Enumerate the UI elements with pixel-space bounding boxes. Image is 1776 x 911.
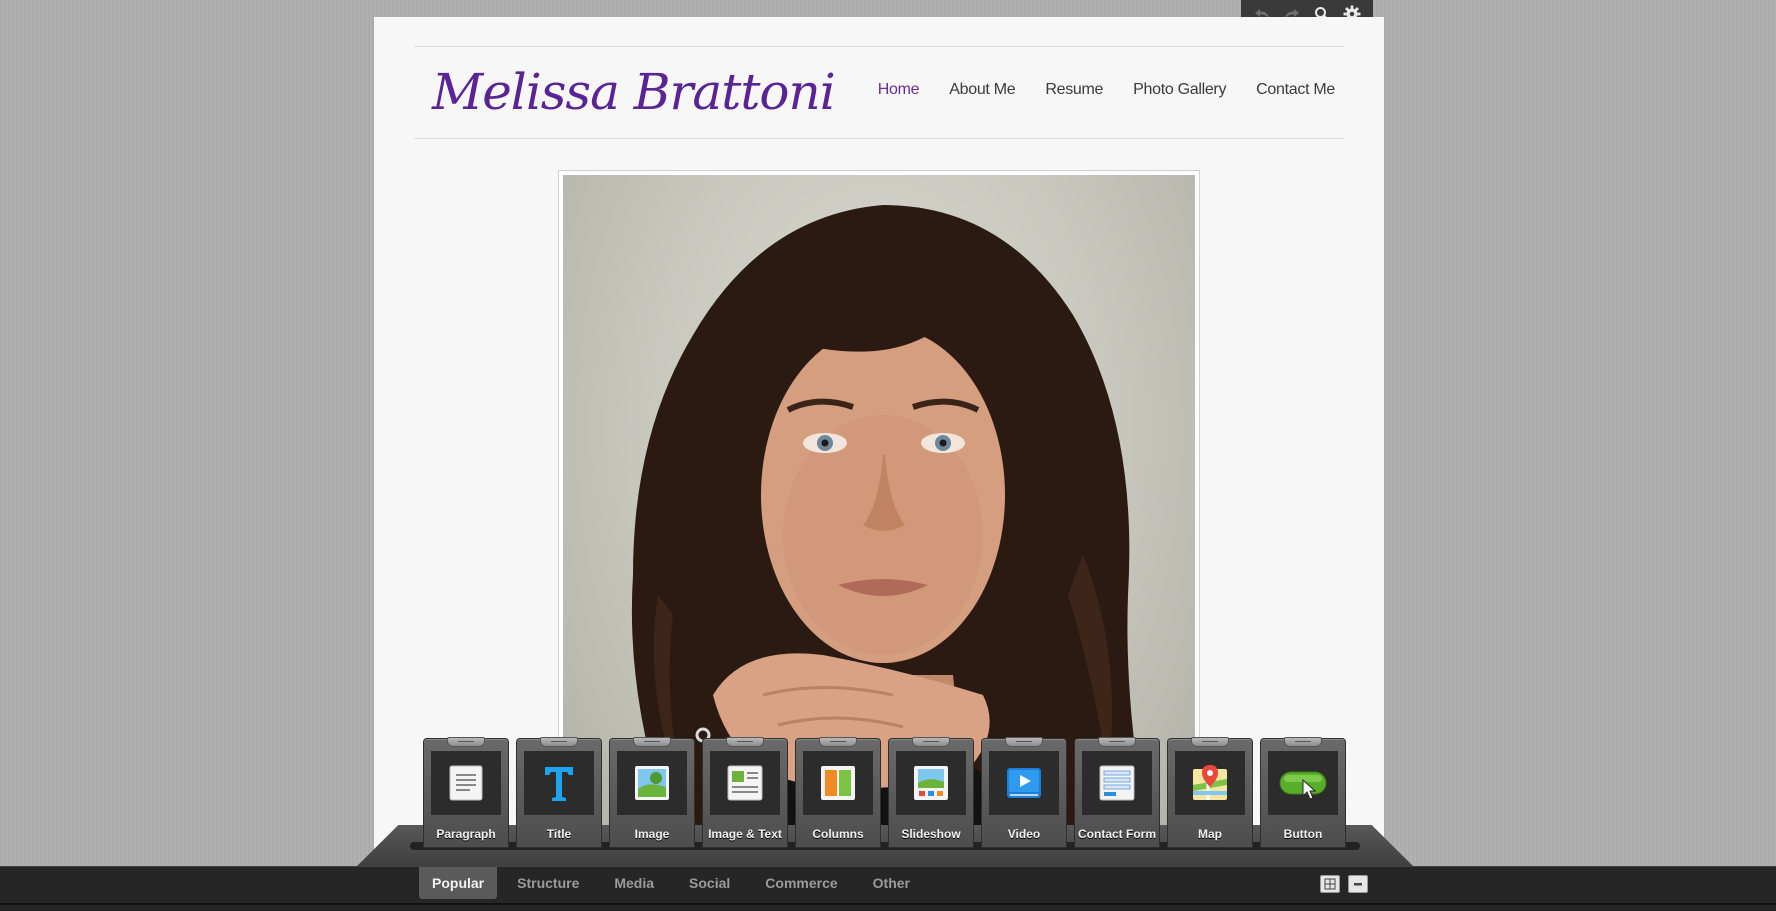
columns-icon bbox=[821, 766, 855, 800]
image-icon bbox=[635, 766, 669, 800]
widget-label: Map bbox=[1198, 827, 1222, 841]
tab-structure[interactable]: Structure bbox=[504, 867, 592, 899]
widget-screen bbox=[1175, 751, 1245, 815]
header-divider-top bbox=[414, 46, 1344, 47]
widget-paragraph[interactable]: Paragraph bbox=[423, 737, 509, 848]
widget-category-bar: Popular Structure Media Social Commerce … bbox=[0, 866, 1776, 911]
site-nav: Home About Me Resume Photo Gallery Conta… bbox=[878, 81, 1336, 99]
slideshow-icon bbox=[914, 766, 948, 800]
widget-tray: Paragraph Title Image Image & Text Colum… bbox=[423, 737, 1346, 848]
widget-clip bbox=[726, 737, 764, 747]
image-text-icon bbox=[727, 765, 763, 801]
title-icon bbox=[545, 767, 573, 801]
contact-form-icon bbox=[1099, 765, 1135, 801]
widget-clip bbox=[540, 737, 578, 747]
header-divider-bottom bbox=[414, 138, 1344, 139]
nav-contact-me[interactable]: Contact Me bbox=[1256, 81, 1335, 99]
widget-clip bbox=[1005, 737, 1043, 747]
widget-screen bbox=[431, 751, 501, 815]
widget-screen bbox=[710, 751, 780, 815]
widget-screen bbox=[524, 751, 594, 815]
button-icon bbox=[1279, 771, 1327, 800]
widget-label: Video bbox=[1007, 827, 1041, 841]
nav-photo-gallery[interactable]: Photo Gallery bbox=[1133, 81, 1226, 99]
tab-commerce[interactable]: Commerce bbox=[752, 867, 850, 899]
widget-map[interactable]: Map bbox=[1167, 737, 1253, 848]
widget-screen bbox=[989, 751, 1059, 815]
widget-label: Image bbox=[634, 827, 670, 841]
tab-media[interactable]: Media bbox=[601, 867, 667, 899]
nav-resume[interactable]: Resume bbox=[1045, 81, 1103, 99]
widget-slideshow[interactable]: Slideshow bbox=[888, 737, 974, 848]
widget-button[interactable]: Button bbox=[1260, 737, 1346, 848]
nav-home[interactable]: Home bbox=[878, 81, 920, 99]
widget-label: Slideshow bbox=[901, 827, 961, 841]
widget-clip bbox=[1191, 737, 1229, 747]
widget-label: Title bbox=[546, 827, 572, 841]
widget-screen bbox=[896, 751, 966, 815]
widget-label: Image & Text bbox=[708, 827, 782, 841]
widget-video[interactable]: Video bbox=[981, 737, 1067, 848]
nav-about-me[interactable]: About Me bbox=[949, 81, 1015, 99]
tab-other[interactable]: Other bbox=[860, 867, 923, 899]
widget-image-and-text[interactable]: Image & Text bbox=[702, 737, 788, 848]
widget-clip bbox=[1098, 737, 1136, 747]
site-title[interactable]: Melissa Brattoni bbox=[432, 57, 836, 127]
tab-popular[interactable]: Popular bbox=[419, 867, 498, 899]
widget-label: Columns bbox=[812, 827, 864, 841]
widget-contact-form[interactable]: Contact Form bbox=[1074, 737, 1160, 848]
grid-view-button[interactable] bbox=[1320, 875, 1340, 893]
widget-clip bbox=[447, 737, 485, 747]
widget-clip bbox=[819, 737, 857, 747]
widget-label: Paragraph bbox=[436, 827, 496, 841]
widget-image[interactable]: Image bbox=[609, 737, 695, 848]
widget-columns[interactable]: Columns bbox=[795, 737, 881, 848]
minimize-button[interactable] bbox=[1348, 875, 1368, 893]
widget-label: Contact Form bbox=[1078, 827, 1156, 841]
widget-title[interactable]: Title bbox=[516, 737, 602, 848]
widget-screen bbox=[617, 751, 687, 815]
grid-icon bbox=[1324, 878, 1336, 890]
widget-clip bbox=[1284, 737, 1322, 747]
minimize-icon bbox=[1354, 883, 1362, 886]
widget-screen bbox=[1082, 751, 1152, 815]
widget-screen bbox=[803, 751, 873, 815]
category-tabs: Popular Structure Media Social Commerce … bbox=[419, 867, 932, 899]
tab-social[interactable]: Social bbox=[676, 867, 743, 899]
widget-clip bbox=[912, 737, 950, 747]
video-icon bbox=[1007, 768, 1041, 798]
map-icon bbox=[1193, 765, 1227, 800]
widget-label: Button bbox=[1283, 827, 1323, 841]
paragraph-icon bbox=[449, 765, 483, 801]
widget-screen bbox=[1268, 751, 1338, 815]
widget-clip bbox=[633, 737, 671, 747]
